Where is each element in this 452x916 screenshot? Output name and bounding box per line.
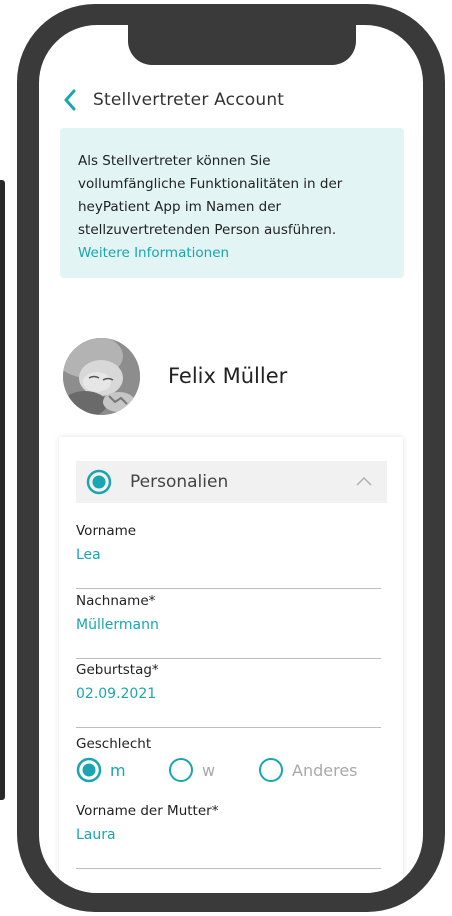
app-header: Stellvertreter Account bbox=[59, 85, 284, 115]
gender-radio-row: m w Anderes bbox=[76, 757, 381, 783]
phone-frame: Stellvertreter Account Als Stellvertrete… bbox=[17, 4, 445, 912]
more-info-link[interactable]: Weitere Informationen bbox=[78, 242, 386, 265]
gender-group: Geschlecht m w Anderes bbox=[76, 733, 381, 783]
personal-data-card: Personalien Vorname Lea Nachname* Müller… bbox=[59, 437, 403, 893]
personalien-section-header[interactable]: Personalien bbox=[76, 461, 387, 503]
field-value[interactable]: Müllermann bbox=[76, 617, 159, 633]
field-label: Vorname bbox=[76, 523, 137, 539]
gender-option-label: Anderes bbox=[292, 760, 358, 780]
gender-option-m[interactable]: m bbox=[76, 757, 126, 783]
gender-option-label: m bbox=[110, 760, 126, 780]
field-value[interactable]: 02.09.2021 bbox=[76, 686, 156, 702]
page-title: Stellvertreter Account bbox=[93, 90, 285, 110]
mother-first-name-field[interactable]: Vorname der Mutter* Laura bbox=[76, 803, 381, 869]
info-line: stellzuvertretenden Person ausführen. bbox=[78, 222, 337, 238]
radio-unselected-icon[interactable] bbox=[258, 757, 284, 783]
birthday-field[interactable]: Geburtstag* 02.09.2021 bbox=[76, 662, 381, 728]
field-value[interactable]: Laura bbox=[76, 827, 116, 843]
info-text: Als Stellvertreter können Sie vollumfäng… bbox=[78, 150, 386, 242]
app-screen: Stellvertreter Account Als Stellvertrete… bbox=[39, 25, 423, 893]
radio-selected-icon[interactable] bbox=[76, 757, 102, 783]
radio-unselected-icon[interactable] bbox=[168, 757, 194, 783]
info-line: vollumfängliche Funktionalitäten in der bbox=[78, 176, 343, 192]
field-value[interactable]: Lea bbox=[76, 547, 101, 563]
avatar bbox=[63, 338, 140, 415]
last-name-field[interactable]: Nachname* Müllermann bbox=[76, 593, 381, 659]
gender-label: Geschlecht bbox=[76, 736, 152, 752]
background-device-edge bbox=[0, 180, 5, 800]
gender-option-anderes[interactable]: Anderes bbox=[258, 757, 358, 783]
gender-option-w[interactable]: w bbox=[168, 757, 215, 783]
profile-name: Felix Müller bbox=[168, 364, 288, 388]
back-arrow-icon[interactable] bbox=[59, 89, 81, 111]
info-box: Als Stellvertreter können Sie vollumfäng… bbox=[60, 128, 404, 278]
section-title: Personalien bbox=[130, 472, 229, 492]
gender-option-label: w bbox=[202, 760, 216, 780]
chevron-up-icon[interactable] bbox=[355, 475, 373, 487]
info-line: Als Stellvertreter können Sie bbox=[78, 153, 271, 169]
field-label: Geburtstag* bbox=[76, 662, 159, 678]
field-label: Vorname der Mutter* bbox=[76, 803, 219, 819]
phone-notch bbox=[128, 25, 356, 65]
field-label: Nachname* bbox=[76, 593, 156, 609]
radio-selected-icon bbox=[86, 469, 112, 495]
info-line: heyPatient App im Namen der bbox=[78, 199, 282, 215]
first-name-field[interactable]: Vorname Lea bbox=[76, 523, 381, 589]
